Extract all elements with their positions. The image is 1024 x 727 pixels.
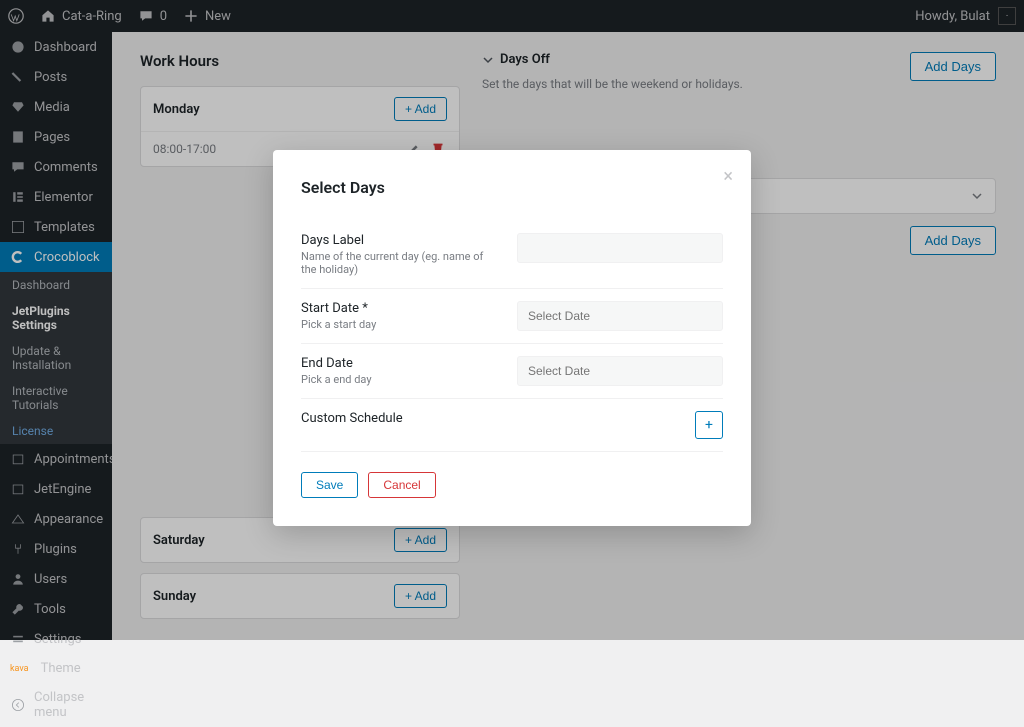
field-label: Custom Schedule: [301, 411, 501, 426]
days-label-input[interactable]: [517, 233, 723, 263]
select-days-modal: × Select Days Days Label Name of the cur…: [273, 150, 751, 526]
collapse-menu[interactable]: Collapse menu: [0, 683, 112, 727]
sidebar-label: Theme: [41, 661, 81, 676]
end-date-input[interactable]: [517, 356, 723, 386]
field-label: Start Date *: [301, 301, 501, 316]
add-custom-schedule-button[interactable]: +: [695, 411, 723, 439]
sidebar-label: Collapse menu: [34, 690, 102, 720]
field-hint: Pick a start day: [301, 318, 501, 331]
field-hint: Pick a end day: [301, 373, 501, 386]
sidebar-item-theme[interactable]: kava Theme: [0, 654, 112, 683]
field-label: End Date: [301, 356, 501, 371]
kava-badge: kava: [10, 664, 29, 674]
start-date-input[interactable]: [517, 301, 723, 331]
field-hint: Name of the current day (eg. name of the…: [301, 250, 501, 276]
field-label: Days Label: [301, 233, 501, 248]
cancel-button[interactable]: Cancel: [368, 472, 435, 498]
save-button[interactable]: Save: [301, 472, 358, 498]
close-icon[interactable]: ×: [723, 166, 733, 187]
modal-title: Select Days: [301, 178, 723, 197]
modal-overlay[interactable]: × Select Days Days Label Name of the cur…: [0, 0, 1024, 640]
